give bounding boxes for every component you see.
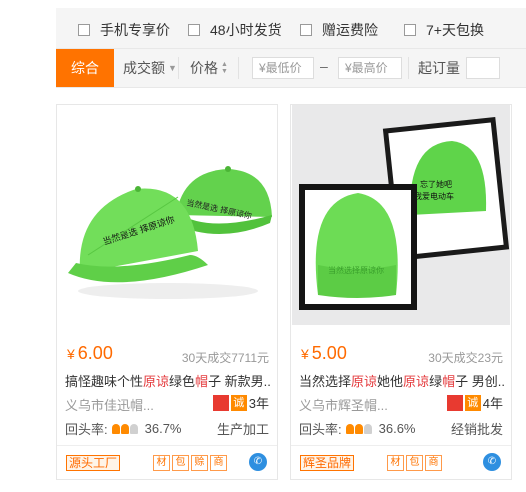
filter-label: 手机专享价 bbox=[100, 22, 170, 38]
title-part: 她他 bbox=[377, 374, 404, 389]
cap-photo: 当然是选 择原谅你 当然是选 择原谅你 bbox=[58, 105, 276, 325]
title-keyword: 帽 bbox=[195, 374, 209, 389]
filter-48h-shipping[interactable]: 48小时发货 bbox=[188, 20, 282, 40]
min-order-input[interactable] bbox=[466, 57, 500, 79]
repeat-label: 回头率: bbox=[65, 422, 108, 437]
merchant-tag[interactable]: 商 bbox=[425, 455, 442, 471]
people-rating-icon bbox=[345, 423, 373, 434]
merchant-tag[interactable]: 商 bbox=[210, 455, 227, 471]
package-tag[interactable]: 包 bbox=[172, 455, 189, 471]
title-part: 搞怪趣味个性 bbox=[65, 374, 144, 389]
repeat-value: 36.7% bbox=[144, 421, 182, 436]
title-keyword: 帽 bbox=[442, 374, 456, 389]
shop-badges: 诚 3年 bbox=[212, 393, 269, 412]
currency-symbol: ¥ bbox=[67, 346, 75, 362]
filter-shipping-insurance[interactable]: 赠运费险 bbox=[300, 20, 378, 40]
shop-badges: 诚 4年 bbox=[446, 393, 503, 412]
shop-years: 3年 bbox=[248, 396, 269, 411]
sales-30d: 30天成交7711元 bbox=[181, 351, 269, 365]
brand-tag[interactable]: 辉圣品牌 bbox=[300, 455, 355, 471]
business-type: 经销批发 bbox=[450, 422, 503, 437]
cheng-badge: 诚 bbox=[464, 394, 481, 411]
sort-price-label: 价格 bbox=[190, 60, 218, 76]
title-keyword: 原谅 bbox=[143, 374, 170, 389]
min-price-input[interactable]: ¥最低价 bbox=[252, 57, 314, 79]
title-part: 绿 bbox=[429, 374, 443, 389]
repeat-label: 回头率: bbox=[299, 422, 342, 437]
cheng-badge: 诚 bbox=[230, 394, 247, 411]
product-image[interactable]: 忘了她吧 我爱电动车 当然选择原谅你 bbox=[292, 105, 510, 325]
checkbox[interactable] bbox=[300, 24, 312, 36]
title-part: 子 新款男... bbox=[208, 374, 271, 389]
sort-sales-label: 成交额 bbox=[123, 60, 165, 76]
filter-mobile-price[interactable]: 手机专享价 bbox=[78, 20, 170, 40]
sort-sales[interactable]: 成交额 ▼ bbox=[123, 49, 177, 87]
repeat-rate: 回头率: 36.7% bbox=[65, 419, 182, 438]
title-part: 绿色 bbox=[169, 374, 196, 389]
checkbox[interactable] bbox=[404, 24, 416, 36]
checkbox[interactable] bbox=[188, 24, 200, 36]
shop-years: 4年 bbox=[482, 396, 503, 411]
title-keyword: 原谅 bbox=[403, 374, 430, 389]
crown-icon bbox=[212, 394, 229, 411]
sort-bar: 综合 成交额 ▼ 价格 ▲ ▼ ¥最低价 – ¥最高价 起订量 bbox=[56, 48, 526, 88]
crown-icon bbox=[446, 394, 463, 411]
card-footer: 源头工厂 材 包 赊 商 ✆ bbox=[57, 445, 277, 479]
sort-price[interactable]: 价格 ▲ ▼ bbox=[190, 49, 228, 87]
price-value: 5.00 bbox=[311, 343, 347, 363]
chat-icon[interactable]: ✆ bbox=[483, 453, 501, 471]
min-order-label: 起订量 bbox=[418, 60, 460, 76]
product-title[interactable]: 当然选择原谅她他原谅绿帽子 男创... bbox=[299, 371, 505, 390]
credit-tag[interactable]: 赊 bbox=[191, 455, 208, 471]
material-tag[interactable]: 材 bbox=[387, 455, 404, 471]
currency-symbol: ¥ bbox=[301, 346, 309, 362]
sales-30d: 30天成交23元 bbox=[428, 351, 503, 365]
product-card[interactable]: 当然是选 择原谅你 当然是选 择原谅你 ¥6.00 30天成交7711元 搞怪趣… bbox=[56, 104, 278, 480]
product-card[interactable]: 忘了她吧 我爱电动车 当然选择原谅你 ¥5.00 30天成交23元 当然选择原谅… bbox=[290, 104, 512, 480]
title-keyword: 原谅 bbox=[351, 374, 378, 389]
checkbox[interactable] bbox=[78, 24, 90, 36]
material-tag[interactable]: 材 bbox=[153, 455, 170, 471]
card-footer: 辉圣品牌 材 包 商 ✆ bbox=[291, 445, 511, 479]
filter-bar: 手机专享价 48小时发货 赠运费险 7+天包换 bbox=[56, 8, 526, 48]
source-factory-tag[interactable]: 源头工厂 bbox=[66, 455, 121, 471]
title-part: 当然选择 bbox=[299, 374, 352, 389]
package-tag[interactable]: 包 bbox=[406, 455, 423, 471]
max-price-input[interactable]: ¥最高价 bbox=[338, 57, 402, 79]
price-value: 6.00 bbox=[77, 343, 113, 363]
filter-label: 48小时发货 bbox=[210, 22, 282, 38]
product-price: ¥6.00 bbox=[67, 343, 113, 364]
divider bbox=[238, 57, 239, 79]
svg-text:我爱电动车: 我爱电动车 bbox=[414, 191, 454, 201]
beanie-photo: 忘了她吧 我爱电动车 当然选择原谅你 bbox=[292, 105, 510, 325]
product-image[interactable]: 当然是选 择原谅你 当然是选 择原谅你 bbox=[58, 105, 276, 325]
filter-label: 赠运费险 bbox=[322, 22, 378, 38]
product-price: ¥5.00 bbox=[301, 343, 347, 364]
repeat-rate: 回头率: 36.6% bbox=[299, 419, 416, 438]
people-rating-icon bbox=[111, 423, 139, 434]
filter-7day-exchange[interactable]: 7+天包换 bbox=[404, 20, 484, 40]
divider bbox=[408, 57, 409, 79]
shop-name[interactable]: 义乌市辉圣帽... bbox=[299, 395, 388, 414]
business-type: 生产加工 bbox=[216, 422, 269, 437]
filter-label: 7+天包换 bbox=[426, 22, 484, 38]
range-dash: – bbox=[320, 58, 328, 74]
svg-text:当然选择原谅你: 当然选择原谅你 bbox=[328, 265, 384, 275]
shop-name[interactable]: 义乌市佳迅帽... bbox=[65, 395, 154, 414]
sort-comprehensive[interactable]: 综合 bbox=[56, 49, 114, 87]
chat-icon[interactable]: ✆ bbox=[249, 453, 267, 471]
caret-down-icon: ▼ bbox=[168, 63, 177, 73]
title-part: 子 男创... bbox=[455, 374, 505, 389]
product-title[interactable]: 搞怪趣味个性原谅绿色帽子 新款男... bbox=[65, 371, 271, 390]
repeat-value: 36.6% bbox=[378, 421, 416, 436]
divider bbox=[178, 57, 179, 79]
svg-text:忘了她吧: 忘了她吧 bbox=[420, 179, 452, 189]
sort-updown-icon: ▲ ▼ bbox=[221, 61, 228, 75]
